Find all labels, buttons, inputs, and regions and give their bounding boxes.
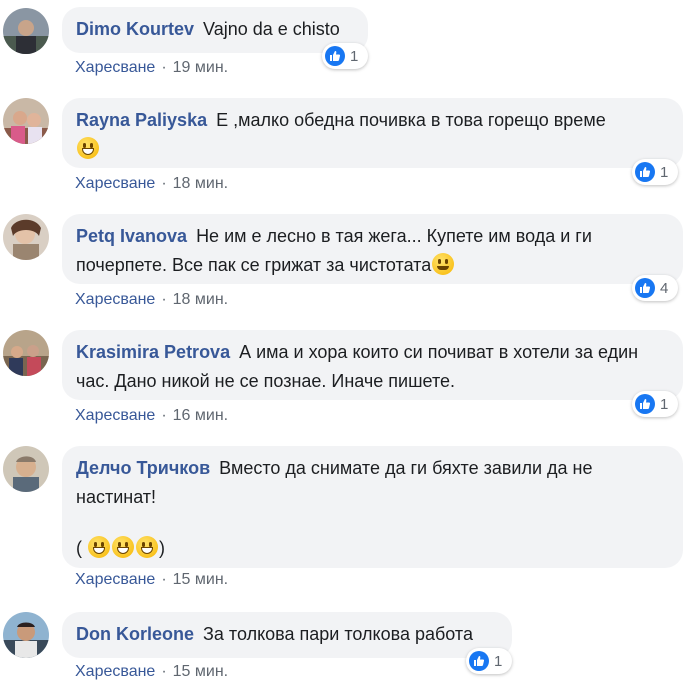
- comment-text-paren-open: (: [76, 538, 82, 558]
- reaction-count: 4: [660, 279, 669, 297]
- reaction-count: 1: [350, 47, 359, 65]
- comment-meta: Харесване · 15 мин.: [75, 663, 228, 681]
- reaction-count: 1: [660, 395, 669, 413]
- reaction-count-badge[interactable]: 1: [322, 43, 368, 69]
- comment-bubble: Rayna Paliyska Е ,малко обедна почивка в…: [62, 98, 683, 168]
- comment-author-link[interactable]: Don Korleone: [76, 624, 194, 644]
- like-link[interactable]: Харесване: [75, 175, 155, 192]
- separator: ·: [161, 59, 167, 76]
- like-link[interactable]: Харесване: [75, 291, 155, 308]
- like-link[interactable]: Харесване: [75, 59, 155, 76]
- comment-meta: Харесване · 19 мин.: [75, 59, 228, 77]
- beaming-emoji-icon: [136, 536, 159, 558]
- timestamp[interactable]: 18 мин.: [173, 291, 228, 308]
- smiling-emoji-icon: [432, 253, 455, 275]
- timestamp[interactable]: 16 мин.: [173, 407, 228, 424]
- separator: ·: [161, 291, 167, 308]
- avatar[interactable]: [3, 98, 49, 144]
- grinning-emoji-icon: [77, 137, 99, 159]
- timestamp[interactable]: 15 мин.: [173, 663, 228, 680]
- beaming-emoji-icon: [112, 536, 135, 558]
- comment-meta: Харесване · 18 мин.: [75, 175, 228, 193]
- timestamp[interactable]: 19 мин.: [173, 59, 228, 76]
- comment-text: За толкова пари толкова работа: [203, 624, 473, 644]
- comment-bubble: Dimo Kourtev Vajno da e chisto: [62, 7, 368, 53]
- thumbs-up-icon: [469, 651, 489, 671]
- beaming-emoji-icon: [88, 536, 111, 558]
- separator: ·: [161, 175, 167, 192]
- comment-author-link[interactable]: Krasimira Petrova: [76, 342, 230, 362]
- reaction-count: 1: [494, 652, 503, 670]
- thumbs-up-icon: [635, 278, 655, 298]
- timestamp[interactable]: 18 мин.: [173, 175, 228, 192]
- comment-author-link[interactable]: Dimo Kourtev: [76, 19, 194, 39]
- thumbs-up-icon: [635, 162, 655, 182]
- separator: ·: [161, 571, 167, 588]
- like-link[interactable]: Харесване: [75, 663, 155, 680]
- comment-meta: Харесване · 18 мин.: [75, 291, 228, 309]
- comment-bubble: Krasimira Petrova А има и хора които си …: [62, 330, 683, 400]
- comment-text: Е ,малко обедна почивка в това горещо вр…: [216, 110, 606, 130]
- comment-text-paren-close: ): [159, 538, 166, 558]
- comment-bubble: Делчо Тричков Вместо да снимате да ги бя…: [62, 446, 683, 568]
- comment-text: Vajno da e chisto: [203, 19, 340, 39]
- like-link[interactable]: Харесване: [75, 407, 155, 424]
- avatar[interactable]: [3, 446, 49, 492]
- reaction-count-badge[interactable]: 1: [632, 159, 678, 185]
- comment-meta: Харесване · 15 мин.: [75, 571, 228, 589]
- comment-meta: Харесване · 16 мин.: [75, 407, 228, 425]
- like-link[interactable]: Харесване: [75, 571, 155, 588]
- avatar[interactable]: [3, 330, 49, 376]
- comment-bubble: Don Korleone За толкова пари толкова раб…: [62, 612, 512, 658]
- thumbs-up-icon: [325, 46, 345, 66]
- comment-author-link[interactable]: Делчо Тричков: [76, 458, 210, 478]
- avatar[interactable]: [3, 8, 49, 54]
- separator: ·: [161, 663, 167, 680]
- avatar[interactable]: [3, 214, 49, 260]
- thumbs-up-icon: [635, 394, 655, 414]
- timestamp[interactable]: 15 мин.: [173, 571, 228, 588]
- avatar[interactable]: [3, 612, 49, 658]
- reaction-count: 1: [660, 163, 669, 181]
- reaction-count-badge[interactable]: 1: [632, 391, 678, 417]
- comment-bubble: Petq Ivanova Не им е лесно в тая жега...…: [62, 214, 683, 284]
- comment-author-link[interactable]: Petq Ivanova: [76, 226, 187, 246]
- comment-author-link[interactable]: Rayna Paliyska: [76, 110, 207, 130]
- reaction-count-badge[interactable]: 4: [632, 275, 678, 301]
- reaction-count-badge[interactable]: 1: [466, 648, 512, 674]
- separator: ·: [161, 407, 167, 424]
